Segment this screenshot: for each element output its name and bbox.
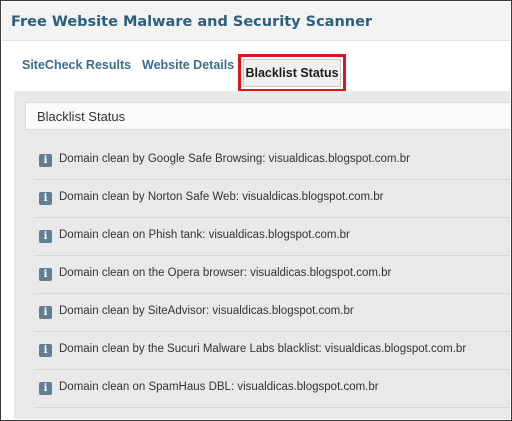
panel-title: Blacklist Status [37, 109, 126, 124]
list-item-text: Domain clean by SiteAdvisor: visualdicas… [59, 305, 354, 317]
info-icon: i [39, 230, 52, 243]
list-item: i Domain clean by Norton Safe Web: visua… [34, 180, 510, 218]
list-item: i Domain clean by the Sucuri Malware Lab… [34, 332, 510, 370]
info-icon: i [39, 344, 52, 357]
list-item-text: Domain clean on the Opera browser: visua… [59, 267, 392, 279]
list-item: i Domain clean on SpamHaus DBL: visualdi… [34, 370, 510, 408]
scanner-window: Free Website Malware and Security Scanne… [0, 0, 512, 421]
list-item-text: Domain clean by the Sucuri Malware Labs … [59, 343, 467, 355]
header-bar: Free Website Malware and Security Scanne… [2, 2, 510, 41]
blacklist-panel: Blacklist Status i Domain clean by Googl… [14, 91, 510, 419]
tab-sitecheck-results[interactable]: SiteCheck Results [22, 58, 131, 72]
info-icon: i [39, 268, 52, 281]
info-icon: i [39, 306, 52, 319]
info-icon: i [39, 154, 52, 167]
list-item: i Domain clean by SiteAdvisor: visualdic… [34, 294, 510, 332]
tab-bar: SiteCheck Results Website Details Blackl… [2, 41, 510, 92]
blacklist-results-list: i Domain clean by Google Safe Browsing: … [34, 142, 510, 408]
list-item: i Domain clean on the Opera browser: vis… [34, 256, 510, 294]
tab-blacklist-status[interactable]: Blacklist Status [243, 59, 341, 87]
list-item-text: Domain clean on SpamHaus DBL: visualdica… [59, 381, 379, 393]
list-item: i Domain clean by Google Safe Browsing: … [34, 142, 510, 180]
list-item: i Domain clean on Phish tank: visualdica… [34, 218, 510, 256]
info-icon: i [39, 382, 52, 395]
list-item-text: Domain clean on Phish tank: visualdicas.… [59, 229, 350, 241]
panel-header: Blacklist Status [25, 102, 510, 130]
list-item-text: Domain clean by Norton Safe Web: visuald… [59, 191, 384, 203]
info-icon: i [39, 192, 52, 205]
list-item-text: Domain clean by Google Safe Browsing: vi… [59, 153, 410, 165]
page-title: Free Website Malware and Security Scanne… [11, 14, 373, 30]
tab-website-details[interactable]: Website Details [142, 58, 234, 72]
